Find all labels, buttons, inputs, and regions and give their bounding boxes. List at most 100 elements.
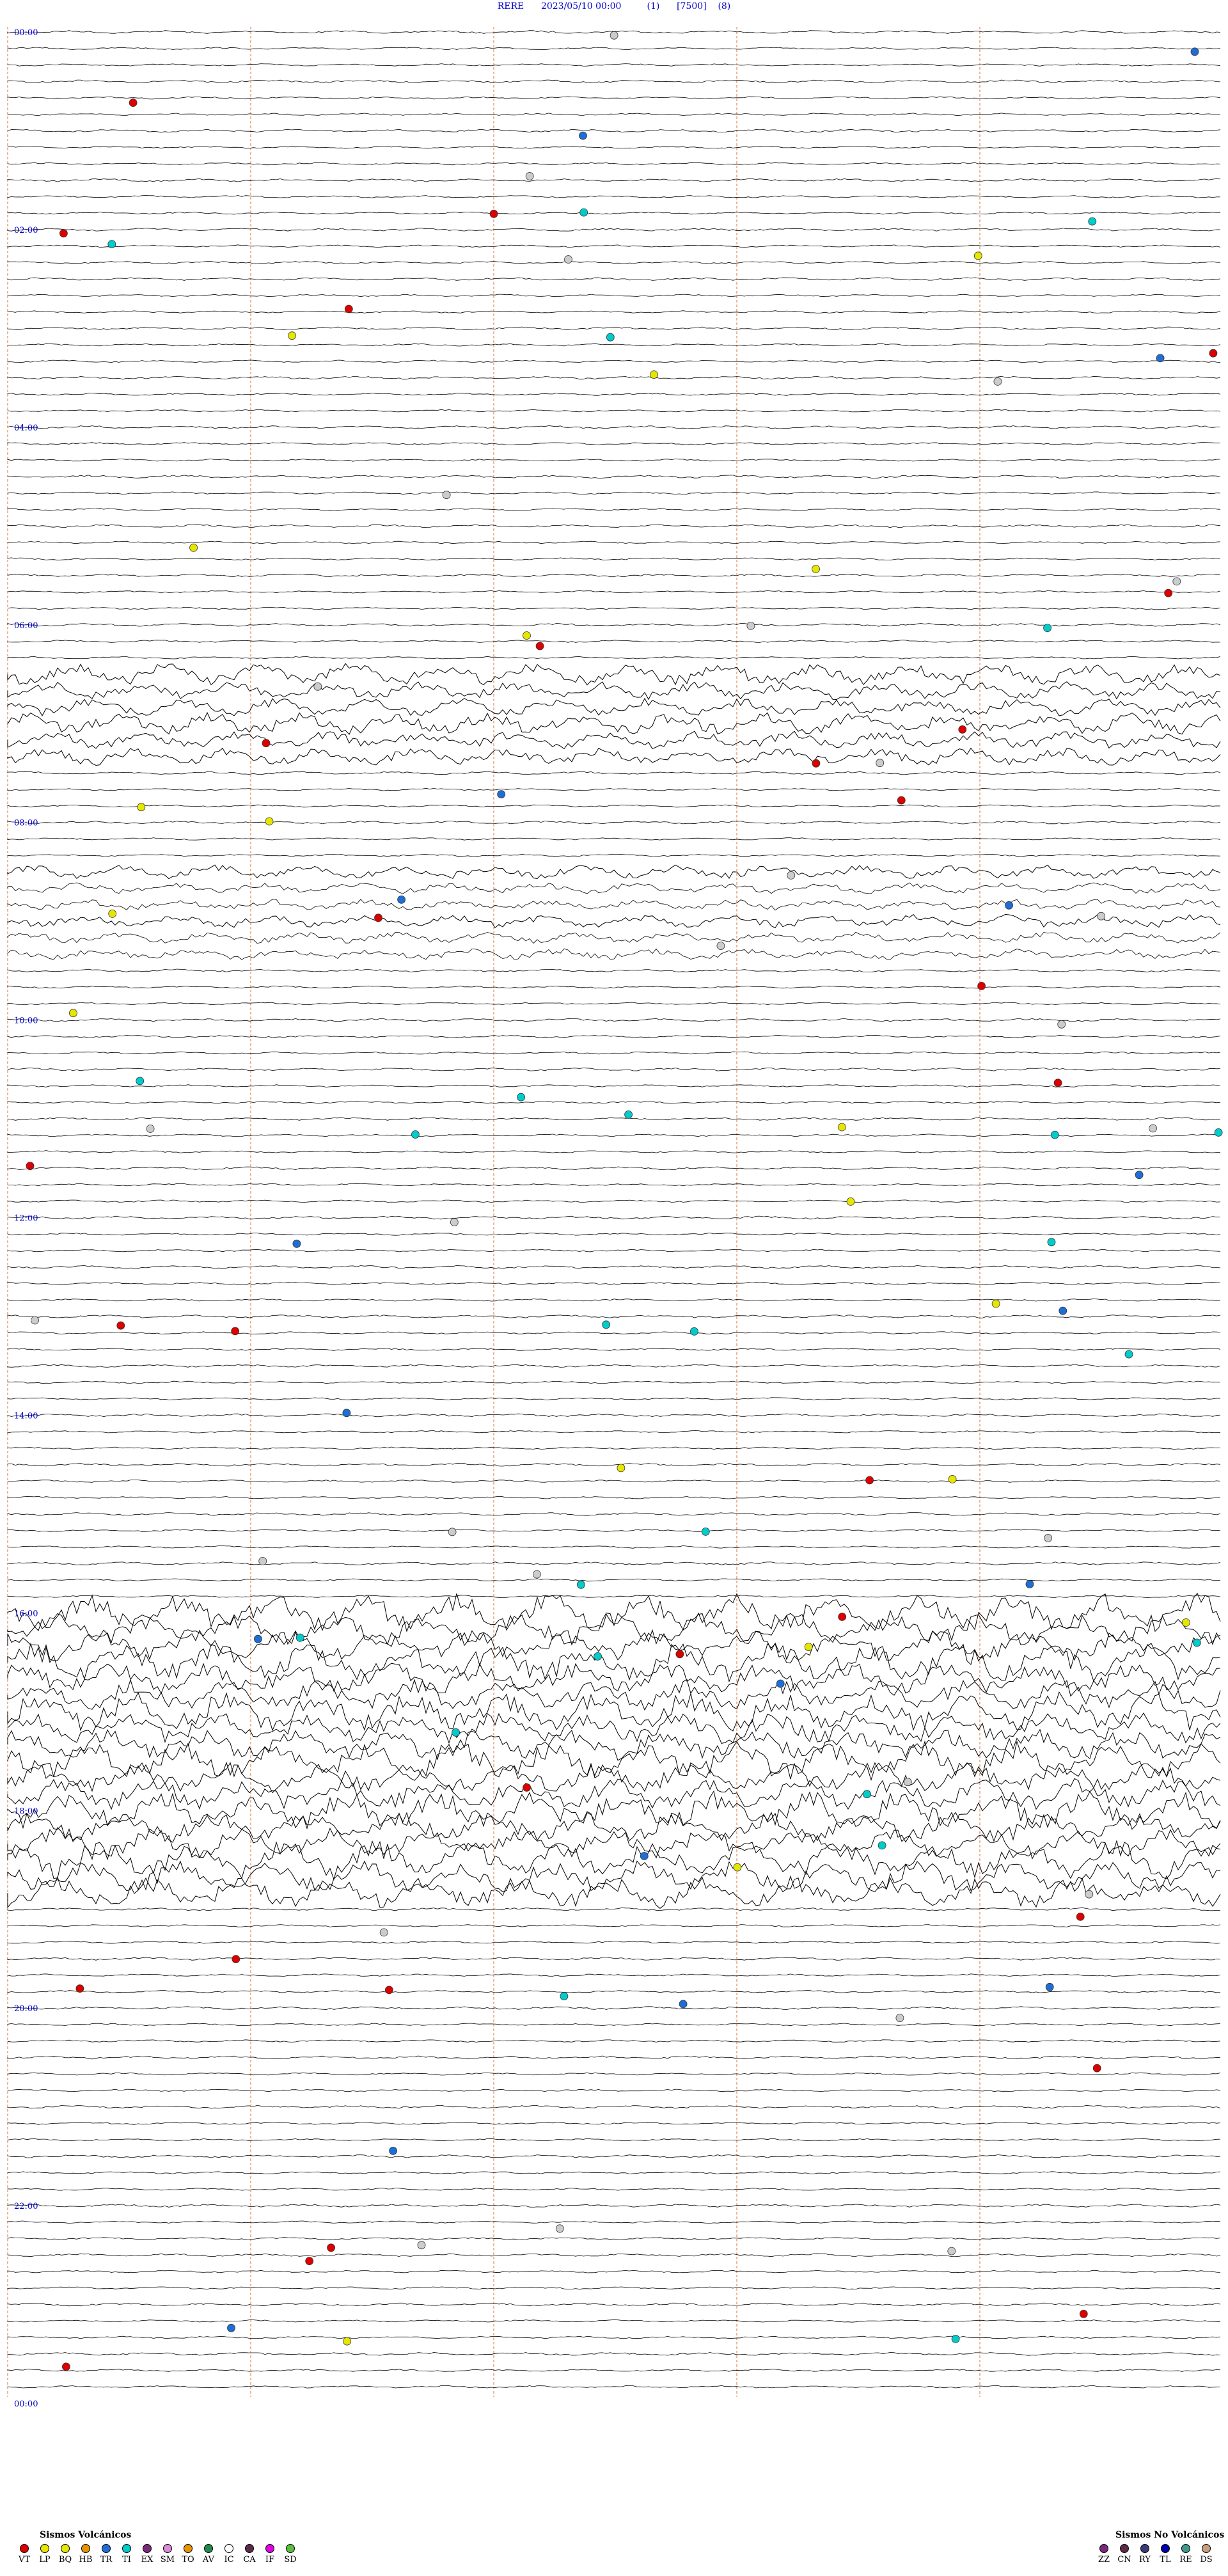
seismic-trace-38-2: [7, 1940, 1221, 1944]
legend-marker-icon: [163, 2544, 172, 2553]
legend-marker-icon: [245, 2544, 254, 2553]
legend-marker-icon: [286, 2544, 295, 2553]
hour-label: 00:00: [14, 28, 38, 38]
event-marker-tr: [497, 790, 506, 798]
event-marker-tr: [253, 1634, 262, 1643]
seismic-trace-31-1: [7, 1578, 1221, 1582]
seismic-trace-24-2: [7, 1249, 1221, 1252]
seismic-trace-15-0: [7, 771, 1221, 775]
event-marker-vt: [231, 1327, 240, 1336]
seismic-trace-28-1: [7, 1430, 1221, 1434]
seismic-trace-37-1: [7, 1860, 1221, 1892]
event-marker-lp: [108, 910, 117, 918]
event-marker-tr: [579, 131, 587, 140]
event-marker-lp: [617, 1464, 626, 1473]
seismic-trace-44-2: [7, 2237, 1221, 2240]
legend-code: IF: [265, 2555, 275, 2564]
event-marker-vt: [59, 229, 68, 238]
seismic-trace-37-2: [7, 1876, 1221, 1909]
event-marker-ic: [947, 2247, 956, 2256]
event-marker-ic: [876, 759, 885, 768]
event-marker-ic: [417, 2241, 426, 2250]
event-marker-lp: [1181, 1618, 1190, 1627]
seismic-trace-17-1: [7, 882, 1221, 894]
event-marker-lp: [804, 1643, 813, 1652]
legend-marker-icon: [1099, 2544, 1108, 2553]
seismic-trace-4-0: [7, 228, 1220, 232]
event-marker-ti: [411, 1130, 420, 1139]
legend-code: BQ: [58, 2555, 72, 2564]
seismic-trace-29-2: [7, 1496, 1221, 1499]
hour-label: 16:00: [14, 1609, 38, 1618]
event-marker-vt: [535, 642, 544, 651]
legend-code: TL: [1160, 2555, 1171, 2564]
event-marker-ti: [701, 1527, 710, 1536]
seismic-trace-38-1: [7, 1924, 1221, 1927]
event-marker-lp: [812, 565, 820, 573]
event-marker-tr: [397, 896, 405, 904]
seismic-trace-11-1: [7, 590, 1221, 594]
event-marker-ic: [533, 1570, 541, 1579]
event-marker-ic: [448, 1528, 457, 1537]
event-marker-ic: [610, 31, 618, 40]
event-marker-vt: [232, 1955, 240, 1964]
event-marker-ic: [1057, 1020, 1066, 1029]
hour-label: 06:00: [14, 621, 38, 631]
legend-item-to: TO: [178, 2544, 198, 2564]
seismic-trace-13-2: [7, 697, 1221, 716]
event-marker-ic: [787, 871, 796, 880]
seismic-trace-28-0: [7, 1413, 1221, 1418]
event-marker-ti: [1214, 1128, 1223, 1137]
seismic-trace-34-2: [7, 1728, 1221, 1761]
station-code: RERE: [497, 1, 524, 12]
seismic-trace-10-0: [7, 524, 1221, 528]
seismic-trace-3-0: [7, 178, 1221, 182]
seismic-trace-30-2: [7, 1545, 1221, 1549]
seismic-trace-13-0: [7, 663, 1221, 686]
seismic-trace-9-1: [7, 491, 1221, 495]
legend-code: RY: [1139, 2555, 1151, 2564]
hour-label: 02:00: [14, 226, 38, 235]
event-marker-tr: [1190, 47, 1199, 56]
event-marker-vt: [523, 1783, 531, 1792]
event-marker-ic: [746, 622, 755, 630]
seismic-trace-15-2: [7, 804, 1221, 808]
event-marker-ti: [1088, 217, 1097, 226]
seismic-trace-19-1: [7, 985, 1221, 989]
event-marker-tr: [1025, 1580, 1034, 1588]
event-marker-ti: [107, 240, 116, 249]
legend-code: AV: [202, 2555, 215, 2564]
seismic-trace-17-2: [7, 899, 1221, 911]
seismic-trace-27-0: [7, 1364, 1221, 1368]
event-marker-ti: [951, 2334, 960, 2343]
seismic-trace-13-1: [7, 681, 1221, 700]
event-marker-ic: [258, 1556, 267, 1565]
event-marker-ic: [31, 1316, 39, 1325]
event-marker-vt: [62, 2362, 70, 2371]
seismic-trace-42-0: [7, 2105, 1221, 2109]
event-marker-ic: [895, 2014, 904, 2023]
legend-code: VT: [18, 2555, 31, 2564]
event-marker-ic: [313, 682, 322, 691]
legend-item-tr: TR: [96, 2544, 116, 2564]
legend-nonvolcanic-items: ZZ CN RY TL RE DS: [1094, 2544, 1224, 2564]
legend-code: RE: [1179, 2555, 1192, 2564]
seismic-trace-30-0: [7, 1512, 1221, 1516]
hour-label: 10:00: [14, 1016, 38, 1026]
seismic-trace-39-1: [7, 1973, 1221, 1977]
event-marker-lp: [838, 1123, 846, 1132]
event-marker-ti: [579, 208, 588, 217]
hour-label: 04:00: [14, 423, 38, 433]
event-marker-tr: [292, 1239, 301, 1248]
seismic-trace-11-2: [7, 606, 1221, 610]
legend-nonvolcanic: Sismos No Volcánicos ZZ CN RY TL RE DS: [1094, 2530, 1224, 2564]
seismic-trace-7-2: [7, 409, 1221, 413]
seismic-trace-31-2: [7, 1595, 1221, 1598]
seismic-trace-39-0: [7, 1957, 1221, 1961]
seismic-trace-12-2: [7, 656, 1221, 660]
event-marker-lp: [137, 803, 146, 812]
event-marker-lp: [650, 370, 658, 379]
seismic-trace-32-2: [7, 1629, 1221, 1661]
seismic-trace-8-0: [7, 425, 1220, 429]
seismic-trace-40-2: [7, 2039, 1221, 2043]
